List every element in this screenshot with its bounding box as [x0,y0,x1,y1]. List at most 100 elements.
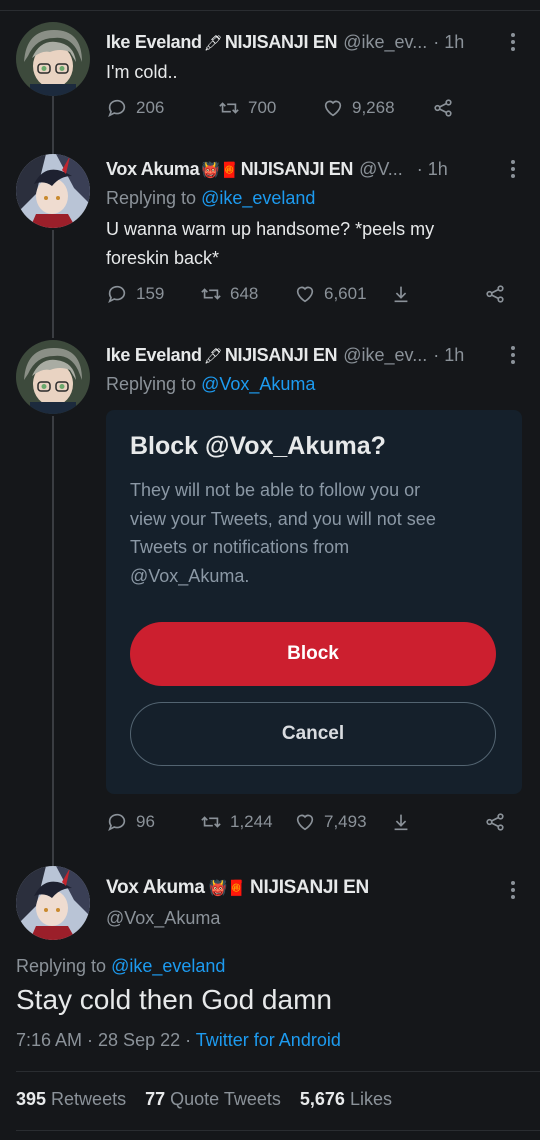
heart-icon [324,100,342,117]
avatar-vox[interactable] [16,154,90,228]
tweet-stats: 395 Retweets 77 Quote Tweets 5,676 Likes [16,1089,392,1110]
reply-context: Replying to @ike_eveland [106,184,490,213]
dialog-description-line: They will not be able to follow you or [130,480,421,500]
reply-icon [108,99,126,118]
heart-icon [296,286,314,303]
more-options-icon[interactable] [506,31,520,53]
like-count: 7,493 [324,812,367,831]
display-name[interactable]: Vox Akuma [106,877,205,899]
share-button[interactable] [484,283,506,305]
reply-context: Replying to @Vox_Akuma [106,370,490,399]
tweet-metadata: 7:16 AM · 28 Sep 22 · Twitter for Androi… [16,1030,341,1051]
tweet-text: I'm cold.. [106,62,178,82]
display-name[interactable]: Ike Eveland [106,32,202,53]
more-options-icon[interactable] [506,879,520,901]
reply-count: 159 [136,284,165,303]
divider [16,1130,540,1131]
like-count: 6,601 [324,284,367,303]
retweets-stat[interactable]: 395 Retweets [16,1089,126,1109]
retweet-button[interactable]: 1,244 [200,811,273,833]
reply-count: 96 [136,812,155,831]
more-options-icon[interactable] [506,344,520,366]
retweet-icon [201,288,221,300]
dialog-description-line: @Vox_Akuma. [130,565,250,586]
retweet-count: 1,244 [230,812,273,831]
timestamp[interactable]: · 1h [433,32,464,53]
cancel-button[interactable]: Cancel [130,702,496,766]
like-button[interactable]: 7,493 [294,811,367,833]
demon-emoji: 👹🧧 [201,162,239,179]
tweet-actions: 96 1,244 7,493 [106,811,520,837]
handle[interactable]: @V... [359,159,403,180]
main-tweet-author[interactable]: Vox Akuma 👹🧧 NIJISANJI EN [106,877,369,899]
quotes-count: 77 [145,1089,166,1109]
reply-button[interactable]: 159 [106,283,164,305]
tweet-header: Ike Eveland 🖋 NIJISANJI EN @ike_ev... · … [106,32,520,53]
demon-emoji: 👹🧧 [208,880,247,897]
affiliation: NIJISANJI EN [224,345,338,365]
replying-to-handle[interactable]: @Vox_Akuma [201,374,315,394]
tweet-timestamp[interactable]: 7:16 AM · 28 Sep 22 · [16,1030,196,1050]
bookmark-button[interactable] [390,283,412,305]
divider [16,1071,540,1072]
tweet-ike-1[interactable]: Ike Eveland 🖋 NIJISANJI EN @ike_ev... · … [0,0,540,140]
handle[interactable]: @ike_ev... [343,345,427,366]
tweet-text-line: foreskin back* [106,248,220,268]
heart-icon [296,814,314,831]
timestamp[interactable]: · 1h [417,159,448,180]
retweets-count: 395 [16,1089,47,1109]
share-button[interactable] [484,811,506,833]
affiliation: NIJISANJI EN [240,159,354,179]
quotes-label: Quote Tweets [165,1089,281,1109]
timestamp[interactable]: · 1h [433,345,464,366]
tweet-text-line: U wanna warm up handsome? *peels my [106,219,435,239]
replying-to-label: Replying to [16,956,112,976]
share-icon [486,813,504,831]
dialog-description-line: Tweets or notifications from [130,537,350,557]
tweet-text: U wanna warm up handsome? *peels my fore… [106,215,520,273]
dialog-description-line: view your Tweets, and you will not see [130,508,436,529]
like-button[interactable]: 9,268 [322,97,395,119]
retweet-count: 700 [248,98,277,117]
avatar-vox[interactable] [16,866,90,940]
handle[interactable]: @ike_ev... [343,32,427,53]
avatar-ike[interactable] [16,22,90,96]
tweet-actions: 206 700 9,268 [106,97,520,123]
reply-button[interactable]: 96 [106,811,155,833]
reply-context: Replying to @ike_eveland [16,956,225,977]
likes-count: 5,676 [299,1089,345,1109]
bookmark-button[interactable] [390,811,412,833]
more-options-icon[interactable] [506,158,520,180]
reply-icon [108,285,126,304]
main-tweet-text: Stay cold then God damn [16,984,332,1015]
likes-stat[interactable]: 5,676 Likes [300,1089,392,1109]
retweets-label: Retweets [46,1089,127,1109]
share-button[interactable] [432,97,454,119]
like-button[interactable]: 6,601 [294,283,367,305]
avatar-ike[interactable] [16,340,90,414]
block-dialog: Block @Vox_Akuma? They will not be able … [106,410,522,794]
retweet-button[interactable]: 648 [200,283,258,305]
download-icon [394,286,408,303]
display-name[interactable]: Ike Eveland [106,345,202,366]
tweet-header: Ike Eveland 🖋 NIJISANJI EN @ike_ev... · … [106,345,520,366]
reply-icon [108,813,126,832]
reply-button[interactable]: 206 [106,97,164,119]
handle[interactable]: @Vox_Akuma [106,908,220,929]
replying-to-handle[interactable]: @ike_eveland [201,188,315,208]
block-button[interactable]: Block [130,622,496,686]
tweet-source[interactable]: Twitter for Android [196,1030,341,1050]
affiliation: NIJISANJI EN [250,877,369,898]
replying-to-label: Replying to [106,188,202,208]
display-name[interactable]: Vox Akuma [106,159,200,180]
tweet-vox-1[interactable]: Vox Akuma 👹🧧 NIJISANJI EN @V... · 1h Rep… [0,140,540,330]
likes-label: Likes [344,1089,392,1109]
pen-emoji: 🖋 [203,35,223,52]
like-count: 9,268 [352,98,395,117]
quote-tweets-stat[interactable]: 77 Quote Tweets [145,1089,281,1109]
retweet-icon [219,102,239,114]
retweet-count: 648 [230,284,259,303]
retweet-button[interactable]: 700 [218,97,276,119]
replying-to-handle[interactable]: @ike_eveland [111,956,225,976]
replying-to-label: Replying to [106,374,202,394]
